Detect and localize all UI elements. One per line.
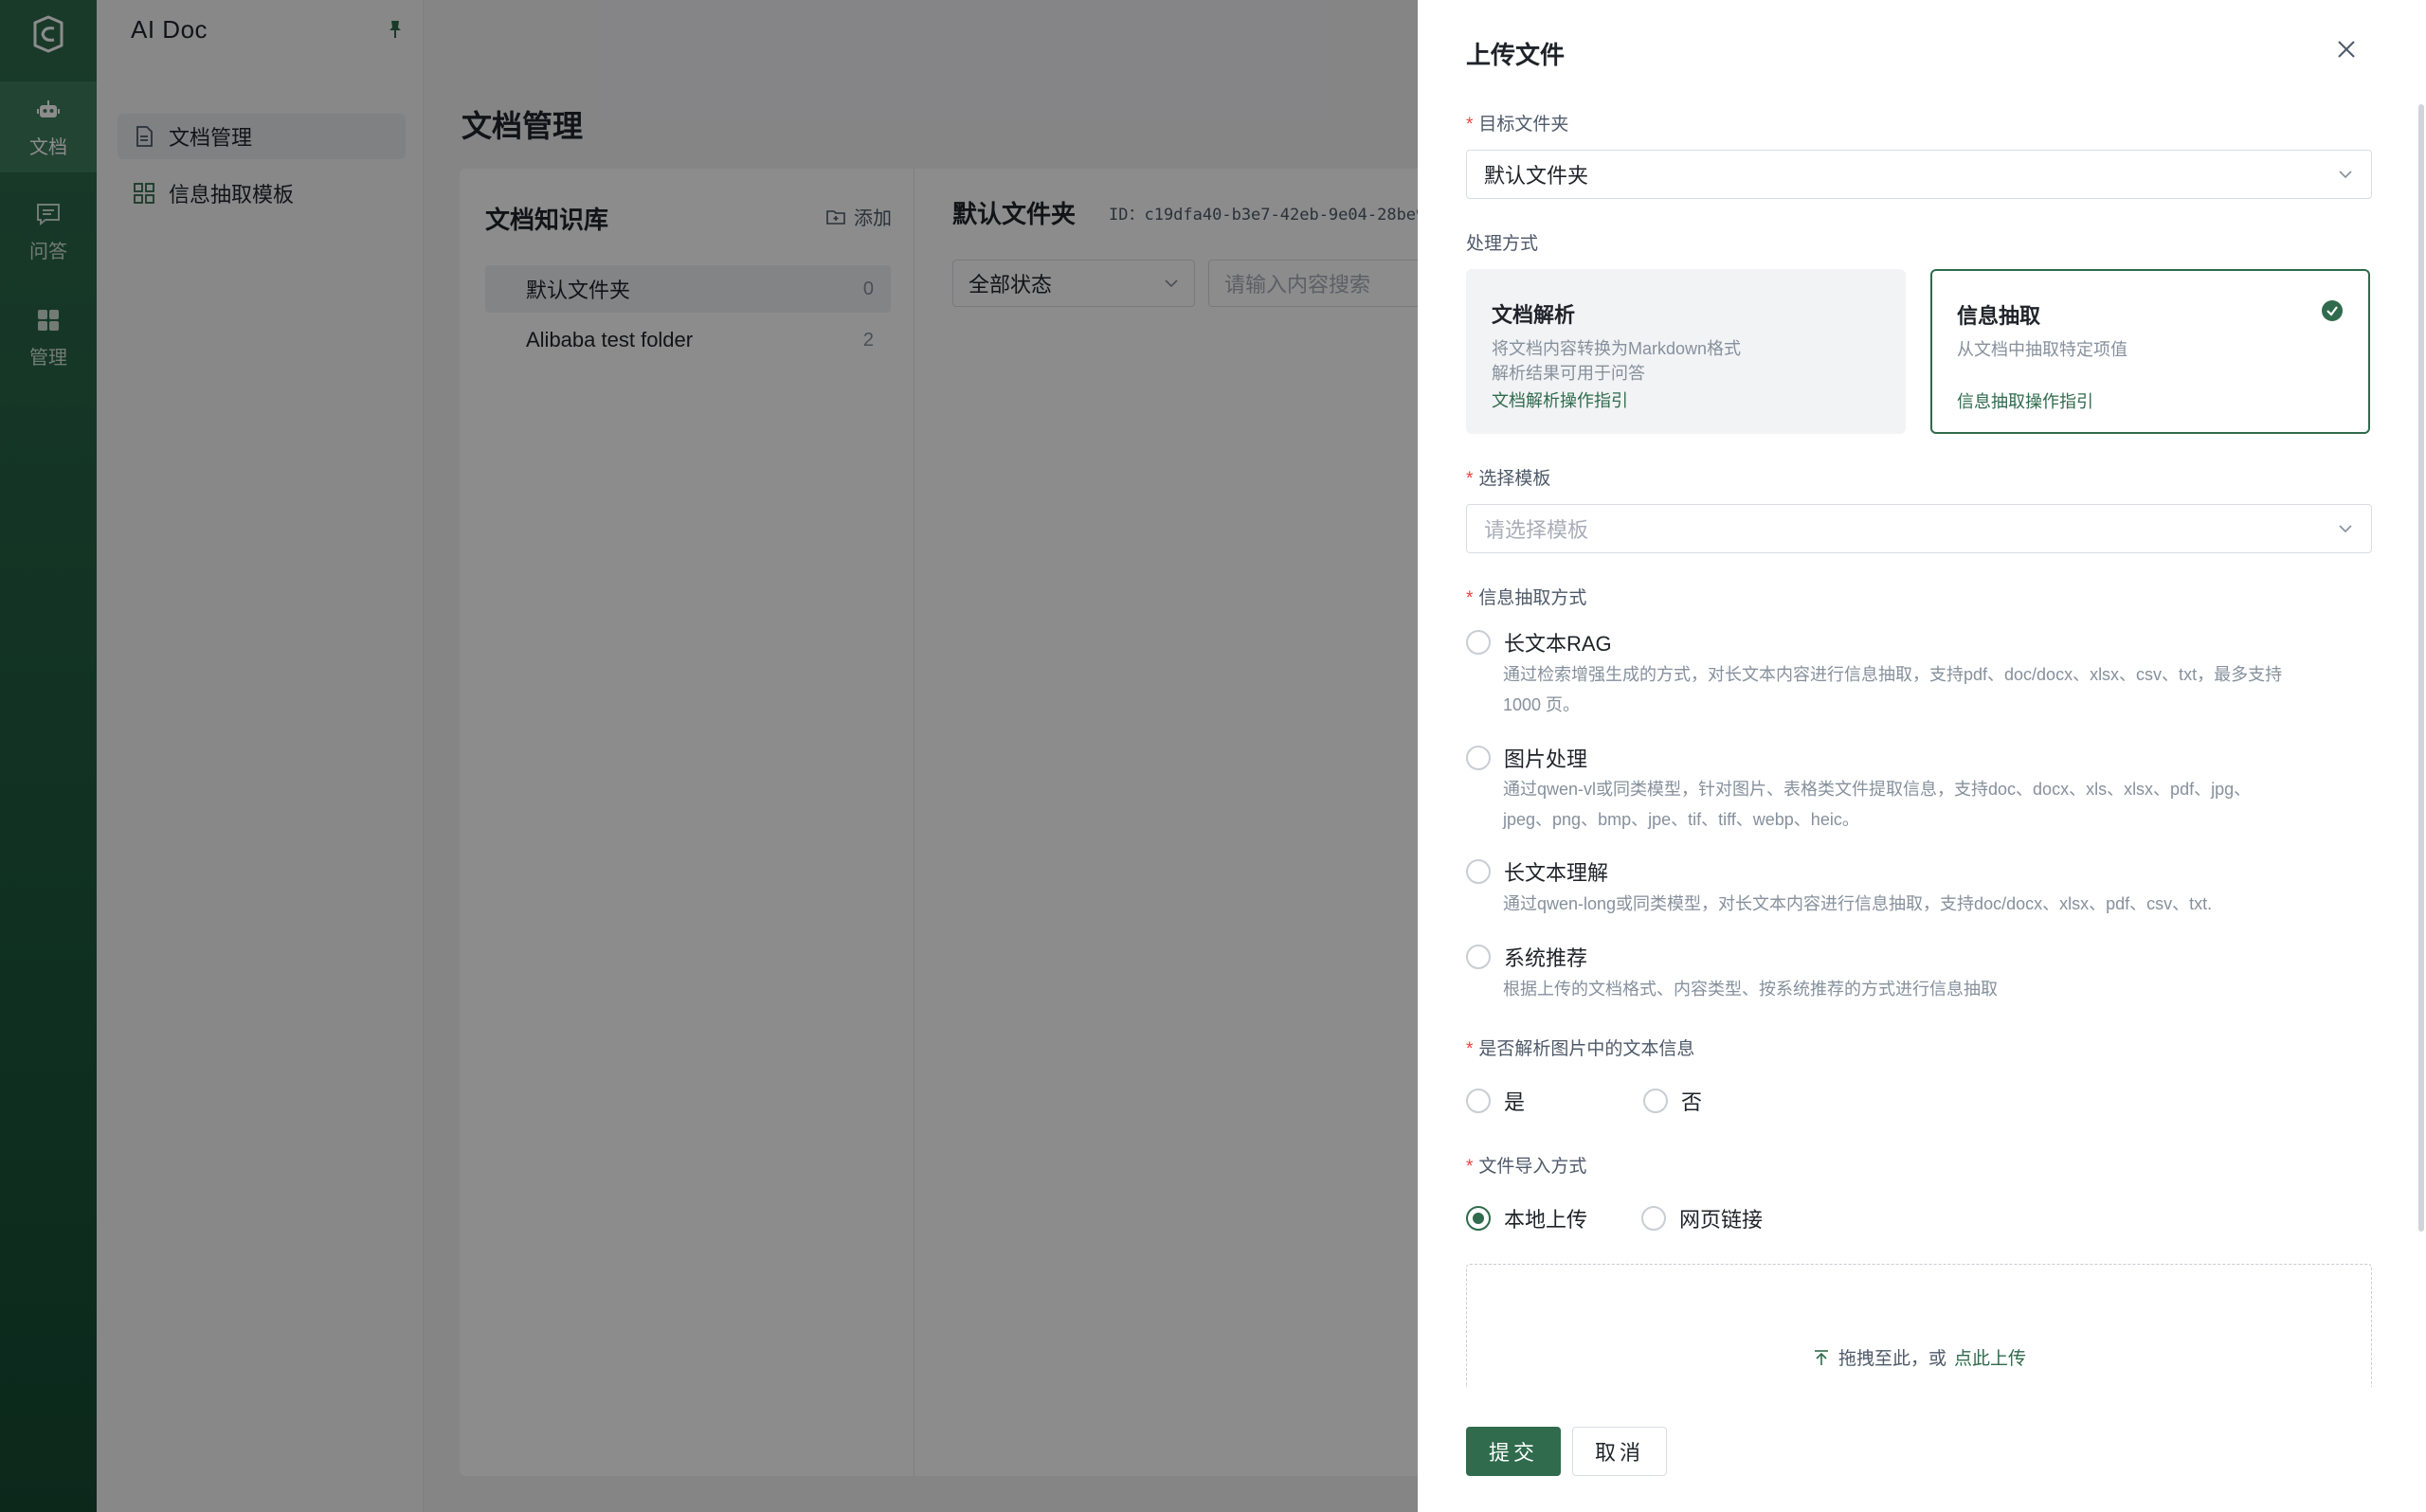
upload-hint: 拖拽至此，或 [1838, 1349, 1946, 1369]
chevron-down-icon [2339, 525, 2352, 533]
parse-image-yes[interactable]: 是 [1466, 1086, 1525, 1116]
option-label: 本地上传 [1504, 1208, 1588, 1232]
template-select[interactable]: 请选择模板 [1466, 504, 2372, 553]
upload-icon [1814, 1349, 1828, 1365]
radio[interactable] [1466, 1206, 1491, 1231]
check-circle-icon [2322, 300, 2343, 321]
parse-image-no[interactable]: 否 [1643, 1086, 1702, 1116]
radio[interactable] [1466, 859, 1491, 884]
target-folder-select[interactable]: 默认文件夹 [1466, 150, 2372, 199]
option-title: 图片处理 [1504, 747, 1588, 771]
option-desc: 通过检索增强生成的方式，对长文本内容进行信息抽取，支持pdf、doc/docx、… [1503, 665, 2283, 714]
target-folder-value: 默认文件夹 [1484, 164, 1589, 188]
radio[interactable] [1643, 1089, 1668, 1113]
method-option-recommend[interactable]: 系统推荐 [1466, 942, 1587, 972]
option-label: 网页链接 [1679, 1208, 1764, 1232]
option-title: 长文本理解 [1504, 861, 1609, 885]
upload-drawer: 上传文件 * 目标文件夹 默认文件夹 处理方式 文档解析 将文档内容转换为Mark… [1418, 0, 2426, 1512]
upload-dropzone[interactable]: 拖拽至此，或 点此上传 [1466, 1264, 2372, 1387]
radio[interactable] [1641, 1206, 1666, 1231]
extract-guide-link[interactable]: 信息抽取操作指引 [1957, 388, 2093, 413]
card-desc: 将文档内容转换为Markdown格式 [1492, 339, 1742, 358]
close-icon[interactable] [2335, 38, 2358, 61]
option-desc: 通过qwen-long或同类模型，对长文本内容进行信息抽取，支持doc/docx… [1503, 894, 2213, 913]
option-title: 系统推荐 [1504, 946, 1588, 970]
drawer-scrollbar[interactable] [2418, 104, 2424, 1232]
card-desc: 解析结果可用于问答 [1492, 364, 1645, 383]
modal-mask[interactable] [0, 0, 1418, 1512]
process-label: 处理方式 [1466, 234, 1539, 254]
target-folder-label: * 目标文件夹 [1466, 115, 1569, 135]
radio[interactable] [1466, 630, 1491, 655]
radio[interactable] [1466, 746, 1491, 770]
option-title: 长文本RAG [1504, 632, 1612, 656]
cancel-button[interactable]: 取消 [1572, 1427, 1667, 1476]
radio[interactable] [1466, 945, 1491, 969]
option-desc: 根据上传的文档格式、内容类型、按系统推荐的方式进行信息抽取 [1503, 980, 1998, 999]
method-option-long-text[interactable]: 长文本理解 [1466, 856, 1608, 887]
upload-link[interactable]: 点此上传 [1954, 1344, 2026, 1370]
template-label: * 选择模板 [1466, 469, 1551, 489]
card-title: 信息抽取 [1957, 304, 2041, 328]
method-option-rag[interactable]: 长文本RAG [1466, 627, 1612, 657]
option-label: 是 [1504, 1090, 1526, 1114]
process-option-extract[interactable]: 信息抽取 从文档中抽取特定项值 信息抽取操作指引 [1930, 269, 2370, 434]
card-title: 文档解析 [1492, 303, 1576, 327]
import-method-label: * 文件导入方式 [1466, 1157, 1587, 1177]
option-desc: 通过qwen-vl或同类模型，针对图片、表格类文件提取信息，支持doc、docx… [1503, 780, 2252, 829]
submit-button[interactable]: 提交 [1466, 1427, 1561, 1476]
method-label: * 信息抽取方式 [1466, 588, 1587, 608]
option-label: 否 [1681, 1090, 1703, 1114]
card-desc: 从文档中抽取特定项值 [1957, 340, 2127, 359]
parse-guide-link[interactable]: 文档解析操作指引 [1492, 387, 1628, 412]
drawer-title: 上传文件 [1466, 41, 1566, 69]
chevron-down-icon [2339, 171, 2352, 179]
process-option-parse[interactable]: 文档解析 将文档内容转换为Markdown格式 解析结果可用于问答 文档解析操作… [1466, 269, 1906, 434]
radio[interactable] [1466, 1089, 1491, 1113]
template-placeholder: 请选择模板 [1484, 518, 1589, 542]
method-option-image[interactable]: 图片处理 [1466, 743, 1587, 773]
import-web[interactable]: 网页链接 [1641, 1203, 1763, 1233]
upload-text: 拖拽至此，或 点此上传 [1467, 1344, 2371, 1370]
parse-image-label: * 是否解析图片中的文本信息 [1466, 1039, 1695, 1059]
import-local[interactable]: 本地上传 [1466, 1203, 1587, 1233]
